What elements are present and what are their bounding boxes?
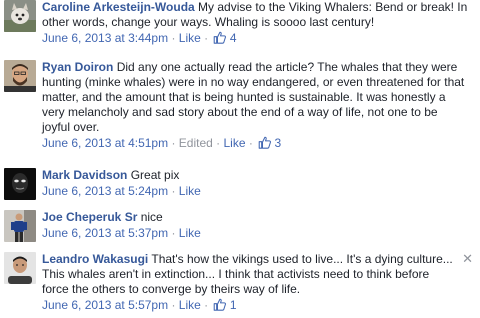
comment-body: Mark Davidson Great pix June 6, 2013 at … xyxy=(42,168,468,199)
comment-text: Caroline Arkesteijn-Wouda My advise to t… xyxy=(42,0,468,30)
comment-author[interactable]: Leandro Wakasugi xyxy=(42,252,148,266)
meta-separator: · xyxy=(171,298,176,312)
thumbs-up-icon[interactable] xyxy=(213,298,227,311)
like-button[interactable]: Like xyxy=(224,136,246,150)
man-standing-avatar[interactable] xyxy=(4,210,36,242)
meta-separator: · xyxy=(204,298,209,312)
meta-separator: · xyxy=(171,136,176,150)
comment-timestamp[interactable]: June 6, 2013 at 5:24pm xyxy=(42,184,168,198)
comment-timestamp[interactable]: June 6, 2013 at 5:57pm xyxy=(42,298,168,312)
thumbs-up-icon[interactable] xyxy=(213,31,227,44)
comment-text: Joe Cheperuk Sr nice xyxy=(42,210,468,225)
dark-mask-avatar[interactable] xyxy=(4,168,36,200)
dog-avatar[interactable] xyxy=(4,0,36,32)
man-portrait-avatar[interactable] xyxy=(4,252,36,284)
edited-label[interactable]: Edited xyxy=(179,136,213,150)
meta-separator: · xyxy=(204,31,209,45)
meta-separator: · xyxy=(171,31,176,45)
comment-author[interactable]: Ryan Doiron xyxy=(42,60,113,74)
meta-separator: · xyxy=(171,226,176,240)
comment-meta: June 6, 2013 at 5:37pm · Like xyxy=(42,226,468,241)
like-button[interactable]: Like xyxy=(179,226,201,240)
meta-separator: · xyxy=(248,136,253,150)
like-button[interactable]: Like xyxy=(179,31,201,45)
meta-separator: · xyxy=(216,136,221,150)
like-count[interactable]: 4 xyxy=(230,31,237,45)
like-count[interactable]: 3 xyxy=(275,136,282,150)
comment-timestamp[interactable]: June 6, 2013 at 3:44pm xyxy=(42,31,168,45)
man-beard-avatar[interactable] xyxy=(4,60,36,92)
comment-author[interactable]: Joe Cheperuk Sr xyxy=(42,210,137,224)
comment-body: Caroline Arkesteijn-Wouda My advise to t… xyxy=(42,0,468,46)
comment-timestamp[interactable]: June 6, 2013 at 5:37pm xyxy=(42,226,168,240)
comment-body: Joe Cheperuk Sr nice June 6, 2013 at 5:3… xyxy=(42,210,468,241)
comment-message: nice xyxy=(140,210,163,224)
comment-body: Ryan Doiron Did any one actually read th… xyxy=(42,60,468,151)
like-count[interactable]: 1 xyxy=(230,298,237,312)
comment-text: Mark Davidson Great pix xyxy=(42,168,468,183)
comment-meta: June 6, 2013 at 4:51pm · Edited · Like ·… xyxy=(42,136,468,151)
comment-text: Leandro Wakasugi That's how the vikings … xyxy=(42,252,458,297)
comment-text: Ryan Doiron Did any one actually read th… xyxy=(42,60,468,135)
thumbs-up-icon[interactable] xyxy=(258,136,272,149)
comment-author[interactable]: Mark Davidson xyxy=(42,168,127,182)
comment-body: Leandro Wakasugi That's how the vikings … xyxy=(42,252,458,313)
comment-meta: June 6, 2013 at 3:44pm · Like · 4 xyxy=(42,31,468,46)
comment-timestamp[interactable]: June 6, 2013 at 4:51pm xyxy=(42,136,168,150)
like-button[interactable]: Like xyxy=(179,184,201,198)
comment-meta: June 6, 2013 at 5:24pm · Like xyxy=(42,184,468,199)
comment-meta: June 6, 2013 at 5:57pm · Like · 1 xyxy=(42,298,458,313)
meta-separator: · xyxy=(171,184,176,198)
comment-message: Great pix xyxy=(130,168,180,182)
close-icon[interactable]: ✕ xyxy=(462,252,473,265)
like-button[interactable]: Like xyxy=(179,298,201,312)
comment-author[interactable]: Caroline Arkesteijn-Wouda xyxy=(42,0,195,14)
comment-thread: Caroline Arkesteijn-Wouda My advise to t… xyxy=(0,0,480,318)
